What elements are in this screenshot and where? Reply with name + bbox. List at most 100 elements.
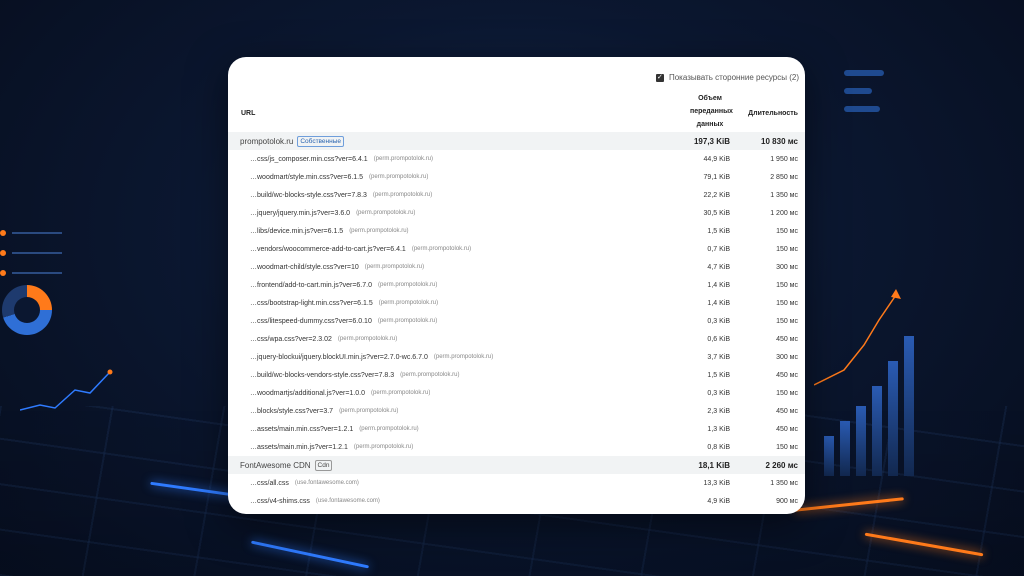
left-decoration bbox=[0, 230, 62, 290]
url-cell: …woodmartjs/additional.js?ver=1.0.0 (perm… bbox=[250, 390, 430, 397]
url-cell: …css/js_composer.min.css?ver=6.4.1 (perm.… bbox=[250, 156, 433, 163]
resource-size: 13,3 KiB bbox=[703, 479, 730, 487]
url-cell: …css/all.css (use.fontawesome.com) bbox=[250, 480, 359, 487]
decor-dot-row bbox=[0, 230, 62, 236]
resource-size: 22,2 KiB bbox=[703, 191, 730, 199]
resource-duration: 450 мс bbox=[776, 425, 798, 433]
table-row: …jquery/jquery.min.js?ver=3.6.0 (perm.pro… bbox=[228, 204, 805, 222]
resource-url-link[interactable]: …assets/main.min.css?ver=1.2.1 bbox=[250, 426, 353, 433]
group-row[interactable]: prompotolok.ru Собственные 197,3 KiB 10 830… bbox=[228, 132, 805, 150]
decor-dot-row bbox=[0, 270, 62, 276]
resource-duration: 150 мс bbox=[776, 281, 798, 289]
resource-size: 0,7 KiB bbox=[707, 245, 730, 253]
url-cell: …assets/main.min.css?ver=1.2.1 (perm.prom… bbox=[250, 426, 419, 433]
donut-chart-icon bbox=[2, 285, 52, 335]
resource-duration: 300 мс bbox=[776, 263, 798, 271]
resource-size: 1,4 KiB bbox=[707, 299, 730, 307]
resource-duration: 300 мс bbox=[776, 353, 798, 361]
resource-host: (perm.prompotolok.ru) bbox=[356, 210, 416, 216]
resource-url-link[interactable]: …frontend/add-to-cart.min.js?ver=6.7.0 bbox=[250, 282, 372, 289]
table-row: …blocks/style.css?ver=3.7 (perm.prompotol… bbox=[228, 402, 805, 420]
url-cell: …css/bootstrap-light.min.css?ver=6.1.5 (p… bbox=[250, 300, 438, 307]
table-row: …woodmart/style.min.css?ver=6.1.5 (perm.p… bbox=[228, 168, 805, 186]
table-row: …assets/main.min.css?ver=1.2.1 (perm.prom… bbox=[228, 420, 805, 438]
resource-url-link[interactable]: …css/v4-shims.css bbox=[250, 498, 310, 505]
url-cell: …assets/main.min.js?ver=1.2.1 (perm.promp… bbox=[250, 444, 413, 451]
table-row: …css/all.css (use.fontawesome.com) 13,3 Ki… bbox=[228, 474, 805, 492]
column-header-size: Объем переданных данных bbox=[690, 95, 733, 128]
table-row: …woodmartjs/additional.js?ver=1.0.0 (perm… bbox=[228, 384, 805, 402]
group-badge: Cdn bbox=[314, 459, 333, 471]
bar-chart-decoration bbox=[824, 336, 914, 476]
table-row: …libs/device.min.js?ver=6.1.5 (perm.promp… bbox=[228, 222, 805, 240]
third-party-toggle[interactable]: ✓ Показывать сторонние ресурсы (2) bbox=[655, 73, 799, 82]
resource-duration: 150 мс bbox=[776, 227, 798, 235]
column-header-url: URL bbox=[241, 110, 256, 117]
resource-duration: 1 350 мс bbox=[770, 191, 798, 199]
resource-host: (perm.prompotolok.ru) bbox=[359, 426, 419, 432]
resource-host: (perm.prompotolok.ru) bbox=[433, 354, 494, 360]
card-top-edge bbox=[258, 57, 678, 59]
resource-duration: 450 мс bbox=[776, 371, 798, 379]
table-row: …frontend/add-to-cart.min.js?ver=6.7.0 (p… bbox=[228, 276, 805, 294]
url-cell: …blocks/style.css?ver=3.7 (perm.prompotol… bbox=[250, 408, 398, 415]
resource-host: (perm.prompotolok.ru) bbox=[378, 300, 439, 306]
resource-size: 0,3 KiB bbox=[707, 317, 730, 325]
resource-url-link[interactable]: …css/bootstrap-light.min.css?ver=6.1.5 bbox=[250, 300, 373, 307]
resource-size: 2,3 KiB bbox=[707, 407, 730, 415]
resource-url-link[interactable]: …build/wc-blocks-style.css?ver=7.8.3 bbox=[250, 192, 367, 199]
group-duration: 2 260 мс bbox=[765, 460, 798, 470]
url-cell: …build/wc-blocks-vendors-style.css?ver=7… bbox=[250, 372, 460, 379]
resource-url-link[interactable]: …assets/main.min.js?ver=1.2.1 bbox=[250, 444, 348, 451]
resource-url-link[interactable]: …css/wpa.css?ver=2.3.02 bbox=[250, 336, 332, 343]
group-badge: Собственные bbox=[297, 135, 345, 147]
resource-host: (perm.prompotolok.ru) bbox=[370, 390, 431, 396]
resource-size: 1,5 KiB bbox=[707, 371, 730, 379]
resource-url-link[interactable]: …build/wc-blocks-vendors-style.css?ver=7… bbox=[250, 372, 394, 379]
table-row: …css/bootstrap-light.min.css?ver=6.1.5 (p… bbox=[228, 294, 805, 312]
group-size: 197,3 KiB bbox=[693, 136, 730, 146]
resource-url-link[interactable]: …woodmart/style.min.css?ver=6.1.5 bbox=[250, 174, 363, 181]
url-cell: …css/wpa.css?ver=2.3.02 (perm.prompotolok… bbox=[250, 336, 397, 343]
top-right-decoration bbox=[844, 70, 884, 124]
resource-host: (perm.prompotolok.ru) bbox=[369, 174, 429, 180]
url-cell: …css/litespeed-dummy.css?ver=6.0.10 (perm… bbox=[250, 318, 437, 325]
url-cell: …woodmart/style.min.css?ver=6.1.5 (perm.p… bbox=[250, 174, 428, 181]
resource-url-link[interactable]: …libs/device.min.js?ver=6.1.5 bbox=[250, 228, 343, 235]
url-cell: …build/wc-blocks-style.css?ver=7.8.3 (per… bbox=[250, 192, 432, 199]
resource-host: (perm.prompotolok.ru) bbox=[364, 264, 425, 270]
group-duration: 10 830 мс bbox=[761, 136, 798, 146]
checkbox-checked-icon[interactable]: ✓ bbox=[655, 73, 664, 82]
decor-dot-row bbox=[0, 250, 62, 256]
resource-duration: 450 мс bbox=[776, 335, 798, 343]
resource-host: (perm.prompotolok.ru) bbox=[353, 444, 414, 450]
resource-host: (perm.prompotolok.ru) bbox=[339, 408, 399, 414]
resource-url-link[interactable]: …woodmart-child/style.css?ver=10 bbox=[250, 264, 359, 271]
group-row[interactable]: FontAwesome CDN Cdn 18,1 KiB 2 260 мс bbox=[228, 456, 805, 474]
url-cell: …css/v4-shims.css (use.fontawesome.com) bbox=[250, 498, 380, 505]
resource-duration: 150 мс bbox=[776, 299, 798, 307]
resource-size: 0,8 KiB bbox=[707, 443, 730, 451]
resource-duration: 150 мс bbox=[776, 317, 798, 325]
resource-url-link[interactable]: …vendors/woocommerce-add-to-cart.js?ver=… bbox=[250, 246, 406, 253]
resource-url-link[interactable]: …css/litespeed-dummy.css?ver=6.0.10 bbox=[250, 318, 372, 325]
resource-host: (perm.prompotolok.ru) bbox=[377, 318, 438, 324]
resource-duration: 1 200 мс bbox=[770, 209, 798, 217]
url-cell: …woodmart-child/style.css?ver=10 (perm.pr… bbox=[250, 264, 424, 271]
resource-url-link[interactable]: …woodmartjs/additional.js?ver=1.0.0 bbox=[250, 390, 365, 397]
resource-table-body: prompotolok.ru Собственные 197,3 KiB 10 830… bbox=[228, 132, 805, 510]
resource-size: 1,3 KiB bbox=[707, 425, 730, 433]
resource-host: (perm.prompotolok.ru) bbox=[400, 372, 460, 378]
resource-url-link[interactable]: …jquery/jquery.min.js?ver=3.6.0 bbox=[250, 210, 350, 217]
resource-host: (use.fontawesome.com) bbox=[315, 498, 380, 504]
table-row: …css/wpa.css?ver=2.3.02 (perm.prompotolok… bbox=[228, 330, 805, 348]
resource-url-link[interactable]: …css/all.css bbox=[250, 480, 289, 487]
resource-size: 0,6 KiB bbox=[707, 335, 730, 343]
resource-duration: 150 мс bbox=[776, 443, 798, 451]
resource-url-link[interactable]: …blocks/style.css?ver=3.7 bbox=[250, 408, 333, 415]
resource-host: (perm.prompotolok.ru) bbox=[377, 282, 438, 288]
resource-url-link[interactable]: …css/js_composer.min.css?ver=6.4.1 bbox=[250, 156, 368, 163]
group-name-cell: FontAwesome CDN Cdn bbox=[240, 459, 333, 471]
resource-url-link[interactable]: …jquery-blockui/jquery.blockUI.min.js?ve… bbox=[250, 354, 428, 361]
resource-host: (perm.prompotolok.ru) bbox=[411, 246, 472, 252]
